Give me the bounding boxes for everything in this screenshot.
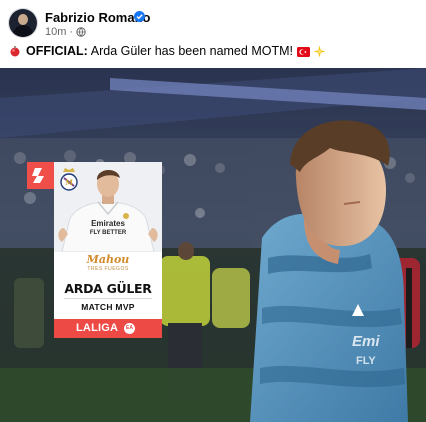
sponsor-logo: Mahou: [86, 253, 130, 266]
award-title: MATCH MVP: [81, 302, 135, 312]
meta-separator: ·: [69, 26, 74, 38]
post-label: OFFICIAL:: [26, 44, 88, 58]
svg-text:M: M: [65, 178, 73, 187]
red-ball-emoji-icon: [9, 45, 21, 57]
sparkle-icon: [313, 45, 326, 58]
post-body: Arda Güler has been named MOTM!: [90, 44, 293, 58]
real-madrid-crest-icon: M: [57, 165, 81, 195]
svg-text:Emirates: Emirates: [91, 219, 125, 228]
post-meta: 10m ·: [45, 26, 86, 38]
league-name: LALIGA: [76, 322, 119, 334]
svg-text:FLY: FLY: [356, 355, 376, 367]
ea-label: EA: [126, 325, 133, 331]
post-time[interactable]: 10m: [45, 26, 66, 38]
globe-icon: [76, 27, 86, 37]
post-text: OFFICIAL: Arda Güler has been named MOTM…: [9, 44, 326, 58]
card-divider: [64, 298, 152, 299]
ea-badge: EA: [124, 323, 135, 334]
svg-text:FLY BETTER: FLY BETTER: [90, 230, 127, 236]
svg-text:Emi: Emi: [352, 333, 380, 350]
avatar-face: [18, 14, 28, 25]
sponsor-sub: TRES FUEGOS: [87, 266, 129, 272]
league-bar: LALIGA EA: [54, 319, 162, 338]
post-header: Fabrizio Romano 10m ·: [0, 0, 426, 42]
turkey-flag-icon: [296, 46, 310, 57]
avatar-body: [13, 25, 33, 37]
avatar[interactable]: [9, 9, 37, 37]
laliga-logo-icon: [27, 162, 54, 189]
player-name: ARDA GÜLER: [64, 281, 152, 296]
verified-icon: [134, 11, 145, 22]
